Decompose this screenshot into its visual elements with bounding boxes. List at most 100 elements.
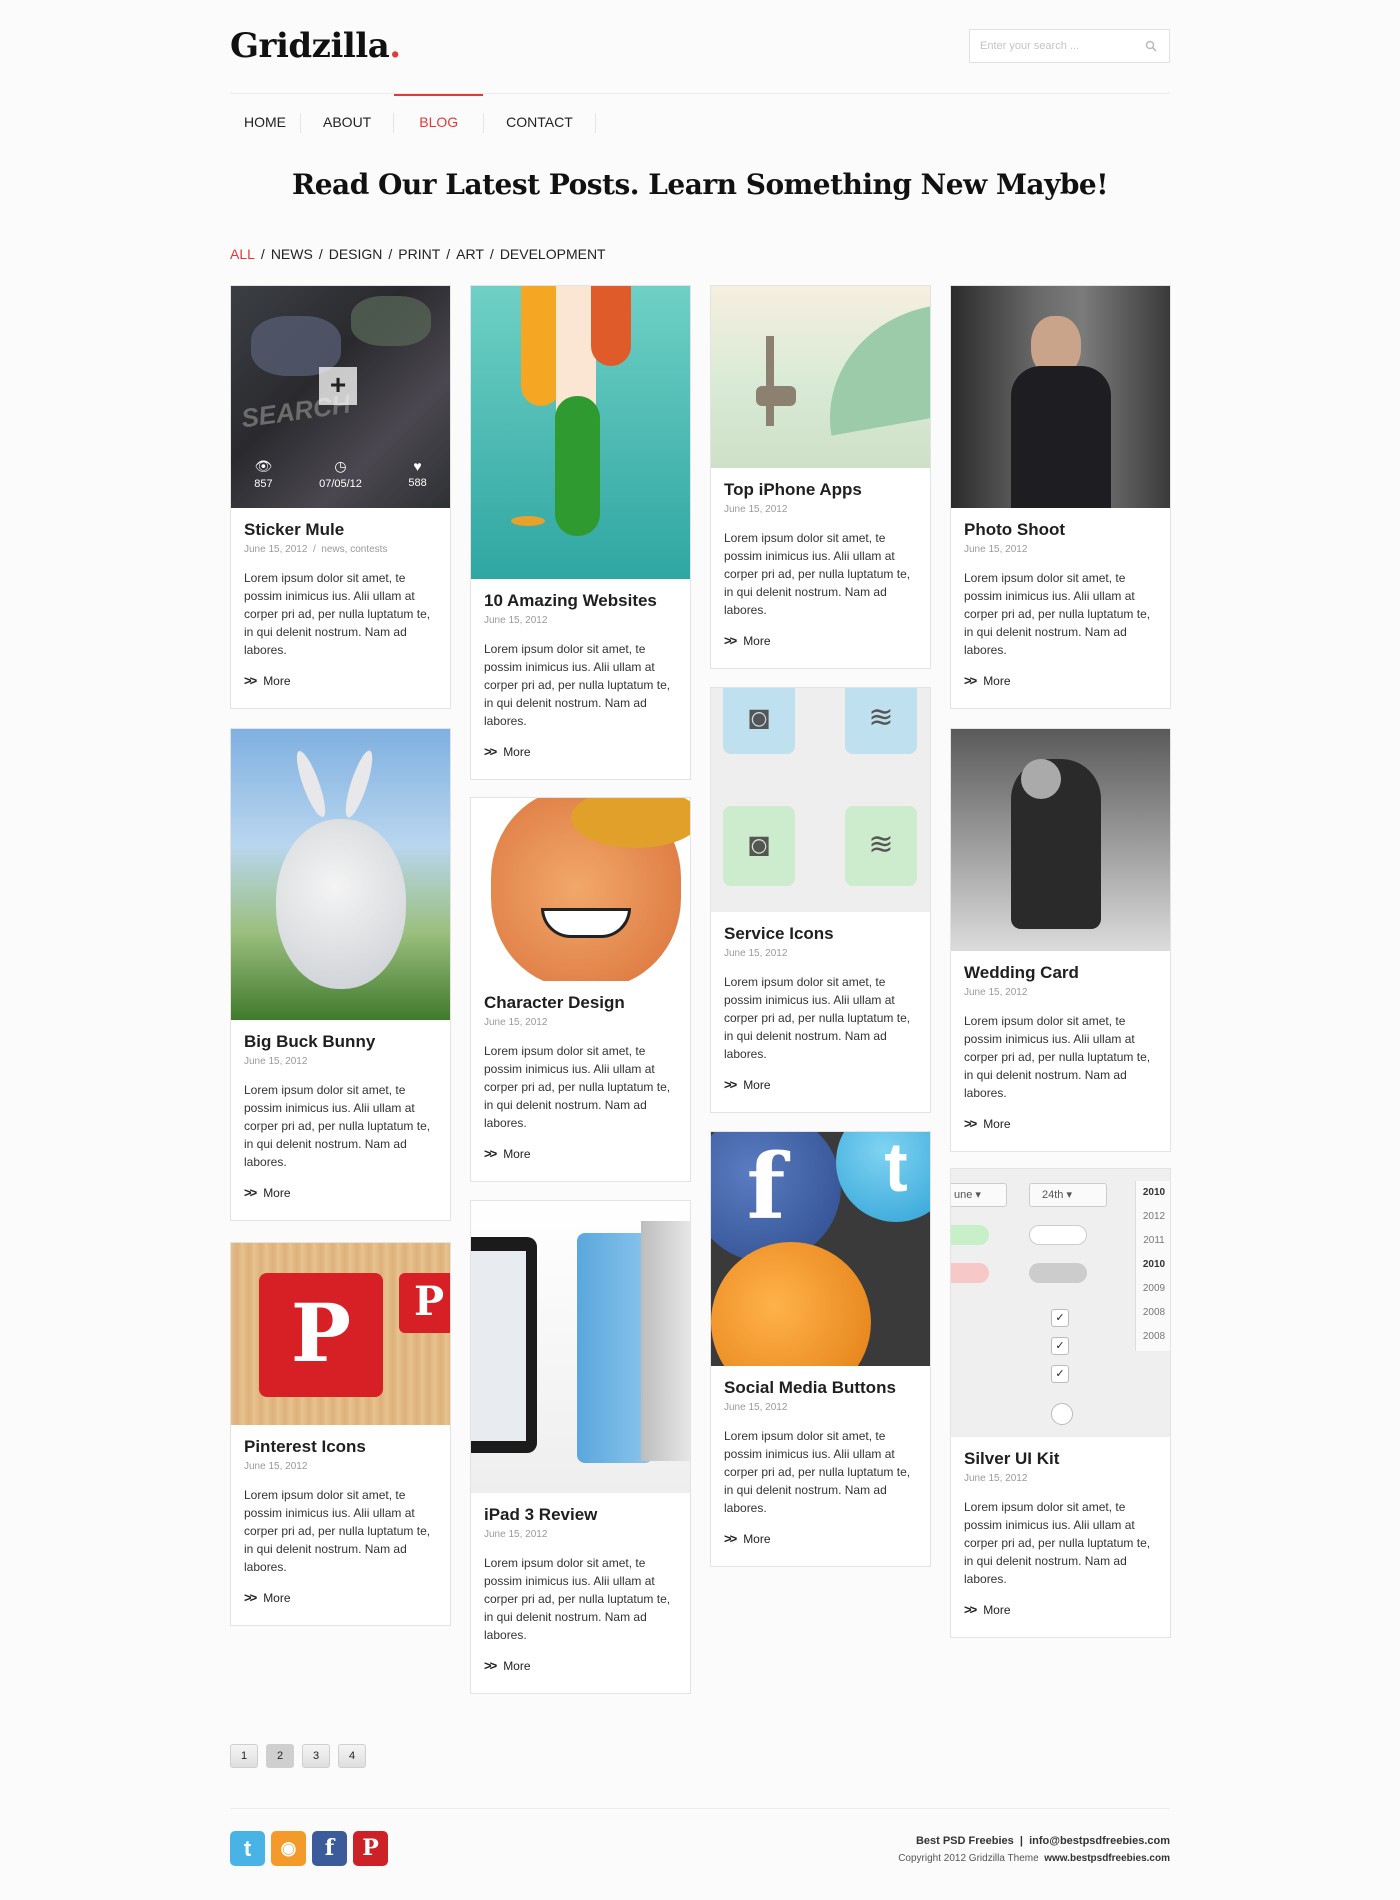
more-link[interactable]: >> More [484,744,677,759]
search-box [969,29,1170,63]
post-title[interactable]: iPad 3 Review [484,1505,677,1525]
page-headline: Read Our Latest Posts. Learn Something N… [291,168,1109,201]
footer-copyright: Copyright 2012 Gridzilla Theme www.bestp… [898,1853,1170,1864]
post-date: June 15, 2012 [244,1461,308,1472]
more-link[interactable]: >> More [244,1185,437,1200]
nav-home[interactable]: HOME [230,94,300,150]
more-link[interactable]: >> More [484,1146,677,1161]
more-link[interactable]: >> More [724,1531,917,1546]
post-card-sticker-mule[interactable]: SEARCH + 👁 857 ◷ 07/05/12 ♥ 588 Sticker Mul… [230,285,451,709]
post-excerpt: Lorem ipsum dolor sit amet, te possim in… [484,1556,671,1642]
post-card-pinterest-icons[interactable]: P P Pinterest Icons June 15, 2012 Lorem … [230,1242,451,1626]
post-card-10-amazing-websites[interactable]: 10 Amazing Websites June 15, 2012 Lorem … [470,285,691,780]
page-button[interactable]: 1 [230,1744,258,1768]
post-image[interactable] [471,798,690,981]
post-card-social-media-buttons[interactable]: f t Social Media Buttons June 15, 2012 L… [710,1131,931,1567]
page-button-current[interactable]: 2 [266,1744,294,1768]
search-icon[interactable] [1145,40,1157,52]
more-link[interactable]: >> More [724,633,917,648]
post-card-photo-shoot[interactable]: Photo Shoot June 15, 2012 Lorem ipsum do… [950,285,1171,709]
post-image[interactable] [471,1201,690,1493]
filter-all[interactable]: ALL [230,246,255,262]
page-button[interactable]: 3 [302,1744,330,1768]
pinterest-icon[interactable]: P [353,1831,388,1866]
post-date: June 15, 2012 [484,1529,548,1540]
post-card-service-icons[interactable]: ◙ ≋ ◙ ≋ Service Icons June 15, 2012 Lore… [710,687,931,1113]
post-meta: June 15, 2012 / news, contests [244,544,388,555]
post-image[interactable] [711,286,930,468]
filter-news[interactable]: NEWS [271,246,313,262]
post-excerpt: Lorem ipsum dolor sit amet, te possim in… [484,642,671,728]
filter-design[interactable]: DESIGN [329,246,383,262]
post-date: June 15, 2012 [964,987,1028,998]
nav-about[interactable]: ABOUT [301,94,393,150]
post-excerpt: Lorem ipsum dolor sit amet, te possim in… [244,1488,431,1574]
post-image[interactable]: P P [231,1243,450,1425]
rss-icon[interactable]: ◉ [271,1831,306,1866]
post-title[interactable]: Photo Shoot [964,520,1157,540]
post-title[interactable]: Big Buck Bunny [244,1032,437,1052]
more-link[interactable]: >> More [244,673,437,688]
post-title[interactable]: Pinterest Icons [244,1437,437,1457]
post-image[interactable]: ◙ ≋ ◙ ≋ [711,688,930,912]
post-card-ipad-3-review[interactable]: iPad 3 Review June 15, 2012 Lorem ipsum … [470,1200,691,1694]
filter-development[interactable]: DEVELOPMENT [500,246,606,262]
wifi-icon: ≋ [845,688,917,754]
double-chevron-icon: >> [724,1077,737,1092]
double-chevron-icon: >> [244,1185,257,1200]
post-image[interactable]: une ▾ 24th ▾ 2010 2012 2011 2010 2009 20… [951,1169,1170,1437]
post-image[interactable]: SEARCH + 👁 857 ◷ 07/05/12 ♥ 588 [231,286,450,508]
more-link[interactable]: >> More [724,1077,917,1092]
post-image[interactable] [951,729,1170,951]
post-date: June 15, 2012 [484,615,548,626]
post-image[interactable] [231,729,450,1020]
heart-icon: ♥ [413,458,422,474]
post-card-character-design[interactable]: Character Design June 15, 2012 Lorem ips… [470,797,691,1182]
post-image[interactable]: f t [711,1132,930,1366]
post-title[interactable]: Social Media Buttons [724,1378,917,1398]
zoom-plus-icon[interactable]: + [319,367,357,405]
double-chevron-icon: >> [724,633,737,648]
category-filters: ALL / NEWS / DESIGN / PRINT / ART / DEVELOPME… [230,246,606,262]
more-link[interactable]: >> More [964,1602,1157,1617]
post-image[interactable] [951,286,1170,508]
post-title[interactable]: Character Design [484,993,677,1013]
nav-blog[interactable]: BLOG [394,94,484,150]
nav-divider [594,113,596,133]
post-excerpt: Lorem ipsum dolor sit amet, te possim in… [724,531,911,617]
pinterest-icon: P [399,1273,450,1333]
social-links: t ◉ f P [230,1831,388,1866]
site-logo[interactable]: Gridzilla. [230,26,401,66]
facebook-icon[interactable]: f [312,1831,347,1866]
post-date: June 15, 2012 [964,1473,1028,1484]
post-title[interactable]: Top iPhone Apps [724,480,917,500]
double-chevron-icon: >> [484,1658,497,1673]
post-card-top-iphone-apps[interactable]: Top iPhone Apps June 15, 2012 Lorem ipsu… [710,285,931,669]
post-excerpt: Lorem ipsum dolor sit amet, te possim in… [244,571,431,657]
double-chevron-icon: >> [484,744,497,759]
post-title[interactable]: Wedding Card [964,963,1157,983]
twitter-icon[interactable]: t [230,1831,265,1866]
post-title[interactable]: Sticker Mule [244,520,437,540]
filter-art[interactable]: ART [456,246,484,262]
post-title[interactable]: Silver UI Kit [964,1449,1157,1469]
post-title[interactable]: Service Icons [724,924,917,944]
post-image[interactable] [471,286,690,579]
nav-contact[interactable]: CONTACT [484,94,595,150]
eye-icon: 👁 [254,458,273,474]
checkbox-icon: ✓ [1051,1365,1069,1383]
more-link[interactable]: >> More [484,1658,677,1673]
post-card-big-buck-bunny[interactable]: Big Buck Bunny June 15, 2012 Lorem ipsum… [230,728,451,1221]
post-date: June 15, 2012 [724,1402,788,1413]
search-input[interactable] [970,30,1130,62]
post-card-wedding-card[interactable]: Wedding Card June 15, 2012 Lorem ipsum d… [950,728,1171,1152]
more-link[interactable]: >> More [244,1590,437,1605]
page-button[interactable]: 4 [338,1744,366,1768]
more-link[interactable]: >> More [964,673,1157,688]
wifi-icon: ≋ [845,806,917,886]
post-excerpt: Lorem ipsum dolor sit amet, te possim in… [484,1044,671,1130]
filter-print[interactable]: PRINT [398,246,440,262]
post-card-silver-ui-kit[interactable]: une ▾ 24th ▾ 2010 2012 2011 2010 2009 20… [950,1168,1171,1638]
post-title[interactable]: 10 Amazing Websites [484,591,677,611]
more-link[interactable]: >> More [964,1116,1157,1131]
